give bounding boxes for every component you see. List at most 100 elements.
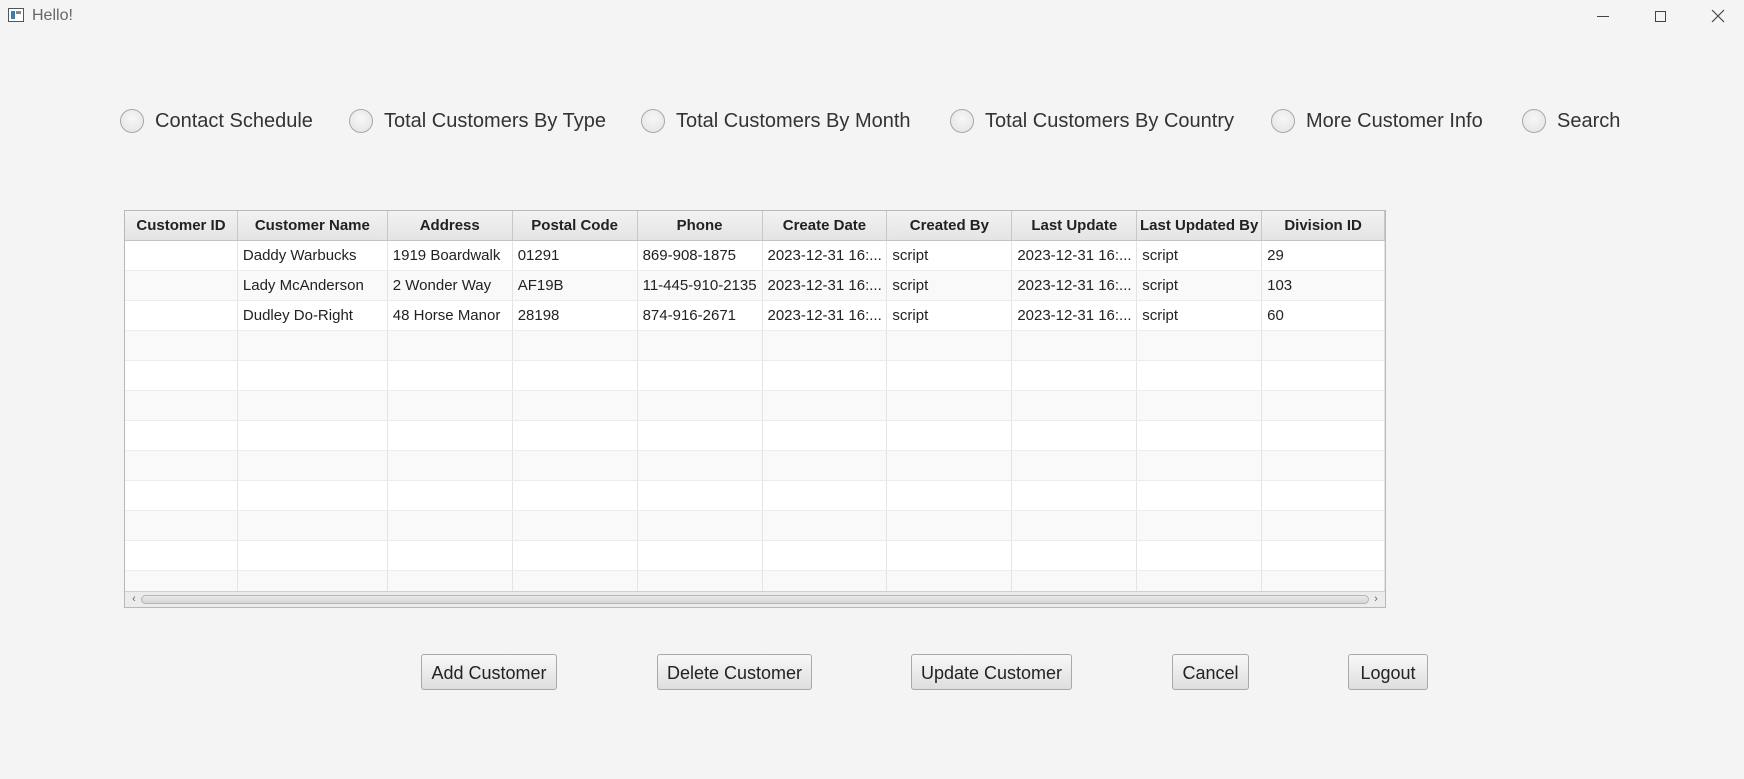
maximize-button[interactable]: [1631, 0, 1689, 32]
table-cell: script: [887, 241, 1013, 270]
customer-table[interactable]: Customer ID Customer Name Address Postal Co…: [124, 210, 1386, 608]
column-header-phone[interactable]: Phone: [638, 211, 763, 240]
radio-circle[interactable]: [641, 109, 665, 133]
radio-circle[interactable]: [349, 109, 373, 133]
table-cell: [638, 511, 763, 540]
table-cell: [388, 361, 513, 390]
column-header-created-by[interactable]: Created By: [887, 211, 1013, 240]
table-cell: [238, 421, 388, 450]
table-row[interactable]: Lady McAnderson 2 Wonder Way AF19B 11-445-9…: [125, 271, 1385, 301]
table-row[interactable]: [125, 331, 1385, 361]
radio-label: Contact Schedule: [155, 109, 313, 132]
table-cell: script: [1137, 271, 1263, 300]
radio-label: Total Customers By Country: [985, 109, 1234, 132]
table-cell: [513, 331, 638, 360]
table-cell: 2023-12-31 16:...: [763, 271, 888, 300]
close-button[interactable]: [1689, 0, 1744, 32]
table-cell: [513, 481, 638, 510]
radio-search[interactable]: Search: [1522, 109, 1620, 133]
table-cell: [638, 451, 763, 480]
table-cell: [763, 391, 888, 420]
table-row[interactable]: [125, 481, 1385, 511]
maximize-icon: [1654, 10, 1666, 22]
radio-more-customer-info[interactable]: More Customer Info: [1271, 109, 1483, 133]
table-cell: [388, 391, 513, 420]
scroll-right-icon[interactable]: ›: [1369, 592, 1383, 607]
table-cell: 29: [1262, 241, 1385, 270]
close-icon: [1711, 9, 1725, 23]
table-cell: [513, 421, 638, 450]
minimize-icon: [1597, 15, 1609, 17]
table-row[interactable]: [125, 451, 1385, 481]
radio-total-customers-by-country[interactable]: Total Customers By Country: [950, 109, 1234, 133]
horizontal-scrollbar[interactable]: ‹ ›: [125, 591, 1385, 607]
table-cell: [1137, 511, 1263, 540]
table-cell: [1012, 331, 1138, 360]
table-cell: 28198: [513, 301, 638, 330]
column-header-customer-name[interactable]: Customer Name: [238, 211, 388, 240]
column-header-customer-id[interactable]: Customer ID: [125, 211, 238, 240]
table-cell: Daddy Warbucks: [238, 241, 388, 270]
minimize-button[interactable]: [1574, 0, 1632, 32]
table-cell: [388, 331, 513, 360]
table-cell: [125, 271, 238, 300]
table-cell: [238, 331, 388, 360]
delete-customer-button[interactable]: Delete Customer: [657, 654, 812, 690]
table-cell: [125, 301, 238, 330]
table-cell: [1012, 511, 1138, 540]
table-cell: 2023-12-31 16:...: [1012, 301, 1138, 330]
table-cell: [887, 361, 1013, 390]
add-customer-button[interactable]: Add Customer: [421, 654, 557, 690]
table-cell: [638, 391, 763, 420]
table-row[interactable]: [125, 511, 1385, 541]
table-cell: [238, 361, 388, 390]
window-title: Hello!: [32, 7, 73, 24]
table-cell: [388, 421, 513, 450]
table-row[interactable]: [125, 391, 1385, 421]
radio-circle[interactable]: [1522, 109, 1546, 133]
table-cell: [887, 451, 1013, 480]
table-cell: [125, 541, 238, 570]
table-row[interactable]: [125, 361, 1385, 391]
radio-circle[interactable]: [1271, 109, 1295, 133]
table-cell: [1137, 331, 1263, 360]
table-cell: [1012, 391, 1138, 420]
column-header-last-update[interactable]: Last Update: [1012, 211, 1138, 240]
table-row[interactable]: Daddy Warbucks 1919 Boardwalk 01291 869-908…: [125, 241, 1385, 271]
table-cell: [125, 361, 238, 390]
column-header-last-updated-by[interactable]: Last Updated By: [1137, 211, 1263, 240]
table-row[interactable]: [125, 421, 1385, 451]
radio-circle[interactable]: [950, 109, 974, 133]
column-header-division-id[interactable]: Division ID: [1262, 211, 1385, 240]
radio-total-customers-by-type[interactable]: Total Customers By Type: [349, 109, 606, 133]
table-row[interactable]: Dudley Do-Right 48 Horse Manor 28198 874-91…: [125, 301, 1385, 331]
table-cell: [125, 391, 238, 420]
table-cell: [125, 451, 238, 480]
radio-total-customers-by-month[interactable]: Total Customers By Month: [641, 109, 911, 133]
radio-label: Total Customers By Month: [676, 109, 911, 132]
scroll-left-icon[interactable]: ‹: [127, 592, 141, 607]
column-header-create-date[interactable]: Create Date: [763, 211, 888, 240]
table-cell: [1262, 541, 1385, 570]
column-header-postal-code[interactable]: Postal Code: [513, 211, 638, 240]
logout-button[interactable]: Logout: [1348, 654, 1428, 690]
table-cell: [238, 511, 388, 540]
table-cell: [763, 331, 888, 360]
table-cell: [1137, 361, 1263, 390]
table-row[interactable]: [125, 541, 1385, 571]
update-customer-button[interactable]: Update Customer: [911, 654, 1072, 690]
table-cell: [238, 391, 388, 420]
column-header-address[interactable]: Address: [388, 211, 513, 240]
radio-contact-schedule[interactable]: Contact Schedule: [120, 109, 313, 133]
table-cell: [1137, 421, 1263, 450]
table-cell: [1012, 361, 1138, 390]
table-cell: [1262, 331, 1385, 360]
scrollbar-thumb[interactable]: [141, 595, 1369, 604]
table-cell: [763, 511, 888, 540]
table-cell: 60: [1262, 301, 1385, 330]
table-cell: AF19B: [513, 271, 638, 300]
cancel-button[interactable]: Cancel: [1172, 654, 1249, 690]
radio-circle[interactable]: [120, 109, 144, 133]
title-bar: Hello!: [0, 0, 1744, 34]
table-cell: 1919 Boardwalk: [388, 241, 513, 270]
